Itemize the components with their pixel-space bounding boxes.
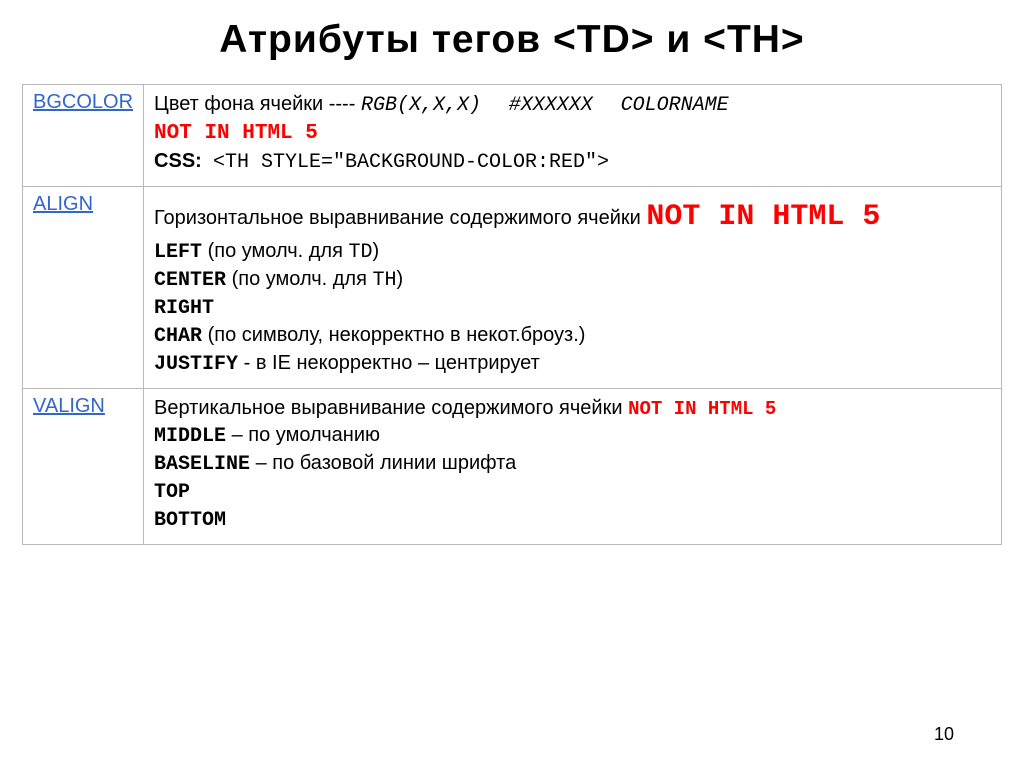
align-left-note: (по умолч. для xyxy=(208,240,349,262)
valign-not5: NOT IN HTML 5 xyxy=(628,398,776,420)
valign-middle-note: – по умолчанию xyxy=(232,424,380,446)
align-left: LEFT xyxy=(154,241,202,264)
page-title: Атрибуты тегов <TD> и <TH> xyxy=(22,18,1002,62)
attr-link-valign[interactable]: VALIGN xyxy=(33,395,105,417)
attr-cell-bgcolor: BGCOLOR xyxy=(23,85,144,187)
table-row: ALIGN Горизонтальное выравнивание содерж… xyxy=(23,187,1002,389)
bgcolor-hex: #XXXXXX xyxy=(509,94,593,117)
valign-middle: MIDDLE xyxy=(154,425,226,448)
desc-cell-valign: Вертикальное выравнивание содержимого яч… xyxy=(144,388,1002,545)
desc-cell-bgcolor: Цвет фона ячейки ---- RGB(X,X,X) #XXXXXX… xyxy=(144,85,1002,187)
bgcolor-not5: NOT IN HTML 5 xyxy=(154,122,318,145)
align-desc: Горизонтальное выравнивание содержимого … xyxy=(154,207,646,229)
bgcolor-desc: Цвет фона ячейки ---- xyxy=(154,93,361,115)
align-center-note: (по умолч. для xyxy=(232,268,373,290)
align-char: CHAR xyxy=(154,325,202,348)
valign-top: TOP xyxy=(154,481,190,504)
attr-cell-align: ALIGN xyxy=(23,187,144,389)
bgcolor-rgb: RGB(X,X,X) xyxy=(361,94,481,117)
align-right: RIGHT xyxy=(154,297,214,320)
attr-link-bgcolor[interactable]: BGCOLOR xyxy=(33,91,133,113)
page-number: 10 xyxy=(934,724,954,745)
desc-cell-align: Горизонтальное выравнивание содержимого … xyxy=(144,187,1002,389)
attr-link-align[interactable]: ALIGN xyxy=(33,193,93,215)
align-char-note: (по символу, некорректно в некот.броуз.) xyxy=(208,324,586,346)
align-not5: NOT IN HTML 5 xyxy=(646,200,880,234)
bgcolor-colorname: COLORNAME xyxy=(621,94,729,117)
valign-baseline: BASELINE xyxy=(154,453,250,476)
align-justify: JUSTIFY xyxy=(154,353,238,376)
valign-bottom: BOTTOM xyxy=(154,509,226,532)
bgcolor-css-label: CSS: xyxy=(154,150,202,172)
bgcolor-css-code: <TH STYLE="BACKGROUND-COLOR:RED"> xyxy=(213,151,609,174)
align-left-tag: TD xyxy=(348,241,372,264)
table-row: BGCOLOR Цвет фона ячейки ---- RGB(X,X,X)… xyxy=(23,85,1002,187)
valign-desc: Вертикальное выравнивание содержимого яч… xyxy=(154,397,628,419)
attributes-table: BGCOLOR Цвет фона ячейки ---- RGB(X,X,X)… xyxy=(22,84,1002,545)
align-justify-note: - в IE некорректно – центрирует xyxy=(244,352,540,374)
attr-cell-valign: VALIGN xyxy=(23,388,144,545)
valign-baseline-note: – по базовой линии шрифта xyxy=(256,452,517,474)
table-row: VALIGN Вертикальное выравнивание содержи… xyxy=(23,388,1002,545)
align-center-tag: TH xyxy=(372,269,396,292)
align-center: CENTER xyxy=(154,269,226,292)
